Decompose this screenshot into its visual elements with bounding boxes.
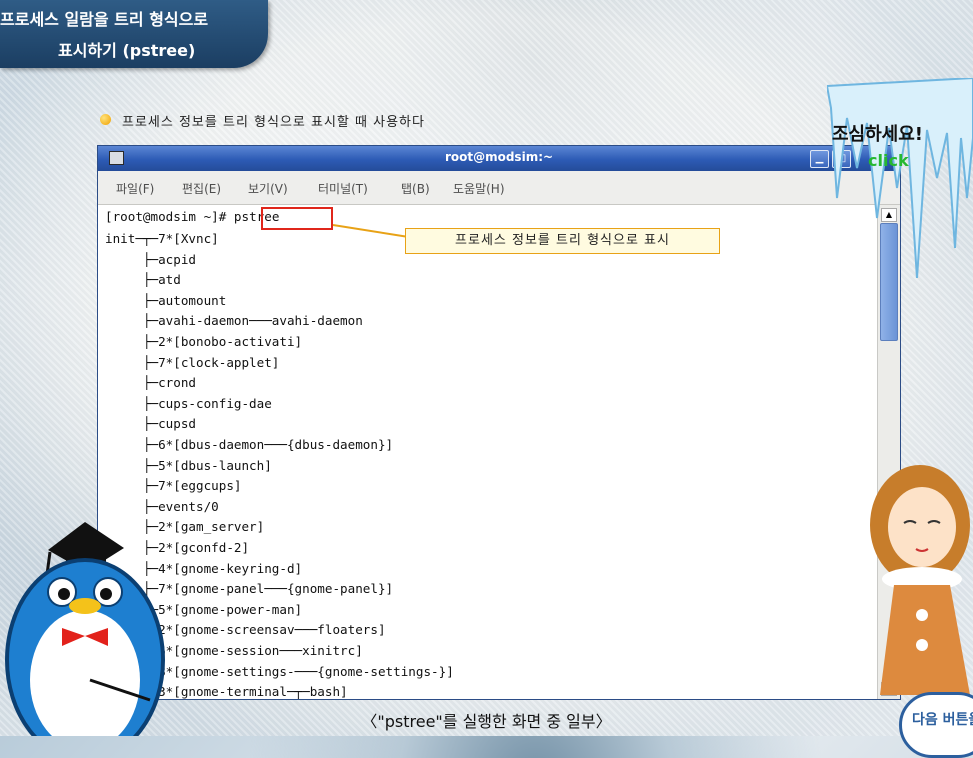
terminal-line: ├─crond [105, 375, 196, 391]
section-title-line2: 표시하기 (pstree) [58, 41, 196, 60]
figure-caption: 〈"pstree"를 실행한 화면 중 일부〉 [361, 712, 612, 731]
terminal-line: ├─7*[clock-applet] [105, 354, 280, 370]
terminal-line: ├─atd [105, 272, 181, 288]
terminal-line: ├─7*[eggcups] [105, 478, 242, 494]
terminal-line: init─┬─7*[Xvnc] [105, 231, 219, 246]
menu-file[interactable]: 파일(F) [116, 180, 154, 197]
prompt: [root@modsim ~]# [105, 209, 234, 224]
terminal-line: ├─6*[dbus-daemon───{dbus-daemon}] [105, 437, 394, 452]
window-title: root@modsim:~ [444, 150, 554, 164]
terminal-line: ├─automount [105, 292, 227, 308]
bullet-text: 프로세스 정보를 트리 형식으로 표시할 때 사용하다 [122, 115, 425, 130]
terminal-prompt-line: [root@modsim ~]# pstree [105, 209, 279, 224]
click-link[interactable]: click [868, 151, 909, 170]
section-title-box: 프로세스 일람을 트리 형식으로 표시하기 (pstree) [0, 0, 268, 68]
command-highlight [261, 207, 333, 230]
next-button[interactable]: 다음 버튼을 [899, 692, 973, 758]
callout: 프로세스 정보를 트리 형식으로 표시 [405, 228, 720, 254]
next-button-label: 다음 버튼을 [912, 712, 973, 728]
icicles-decoration [827, 78, 973, 278]
menu-view[interactable]: 보기(V) [248, 180, 288, 197]
terminal-line: ├─avahi-daemon───avahi-daemon [105, 313, 363, 329]
menu-bar: 파일(F) 편집(E) 보기(V) 터미널(T) 탭(B) 도움말(H) [98, 171, 900, 205]
menu-edit[interactable]: 편집(E) [182, 180, 221, 197]
terminal-line: ├─2*[bonobo-activati] [105, 334, 303, 349]
terminal-line: ├─cupsd [105, 416, 196, 432]
terminal-output[interactable]: [root@modsim ~]# pstree init─┬─7*[Xvnc] … [98, 205, 877, 699]
penguin-mascot-icon [5, 522, 165, 736]
section-title-line1: 프로세스 일람을 트리 형식으로 [0, 10, 209, 29]
terminal-line: ├─5*[dbus-launch] [105, 457, 272, 473]
terminal-line: ├─acpid [105, 251, 196, 267]
menu-terminal[interactable]: 터미널(T) [318, 180, 368, 197]
menu-tabs[interactable]: 탭(B) [401, 180, 430, 197]
terminal-line: ├─cups-config-dae [105, 395, 272, 411]
warning-text: 조심하세요! [832, 124, 924, 145]
window-titlebar[interactable]: root@modsim:~ ▁ □ [98, 146, 900, 171]
menu-help[interactable]: 도움말(H) [453, 180, 505, 197]
bullet-icon [100, 114, 111, 125]
girl-mascot-icon [870, 465, 970, 695]
